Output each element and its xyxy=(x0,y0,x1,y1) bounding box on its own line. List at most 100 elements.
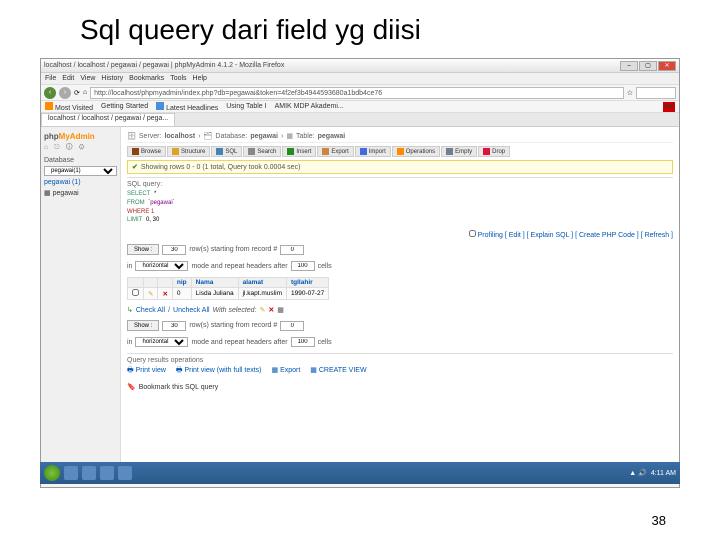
sidebar-table-item[interactable]: ▦ pegawai xyxy=(44,189,117,197)
query-results-ops: 🖶 Print view 🖶 Print view (with full tex… xyxy=(127,366,673,377)
tab-browse[interactable]: Browse xyxy=(127,146,166,157)
taskbar-app-2[interactable] xyxy=(82,466,96,480)
th-alamat[interactable]: alamat xyxy=(238,278,286,288)
edit-icon[interactable]: ✎ xyxy=(148,291,153,298)
table-icon: ▦ xyxy=(286,132,293,140)
tab-structure[interactable]: Structure xyxy=(167,146,210,157)
show-button[interactable]: Show : xyxy=(127,244,159,255)
tab-export[interactable]: Export xyxy=(317,146,353,157)
start-input[interactable] xyxy=(280,245,304,255)
nav-toolbar: ‹ › ⟳ ⌂ http://localhost/phpmyadmin/inde… xyxy=(41,85,679,101)
cells-input[interactable] xyxy=(291,261,315,271)
check-all-row: ↳ Check All / Uncheck All With selected:… xyxy=(127,303,673,317)
menu-history[interactable]: History xyxy=(101,75,123,82)
refresh-link[interactable]: [ Refresh ] xyxy=(641,232,673,239)
url-input[interactable]: http://localhost/phpmyadmin/index.php?db… xyxy=(90,87,624,99)
create-view-link[interactable]: ▦ CREATE VIEW xyxy=(310,366,366,377)
sidebar-db-link[interactable]: pegawai (1) xyxy=(44,179,117,186)
mode-select[interactable]: horizontal xyxy=(135,261,188,271)
rows-input-2[interactable] xyxy=(162,321,186,331)
selected-delete-icon[interactable]: ✕ xyxy=(268,306,274,314)
print-view-link[interactable]: 🖶 Print view xyxy=(127,366,166,377)
bm-amik[interactable]: AMIK MDP Akademi... xyxy=(275,103,344,110)
tab-drop[interactable]: Drop xyxy=(478,146,510,157)
explain-link[interactable]: [ Explain SQL ] xyxy=(527,232,573,239)
th-nama[interactable]: Nama xyxy=(191,278,238,288)
tab-operations[interactable]: Operations xyxy=(392,146,440,157)
bm-latest[interactable]: Latest Headlines xyxy=(156,102,218,112)
query-results-title: Query results operations xyxy=(127,353,673,364)
window-title: localhost / localhost / pegawai / pegawa… xyxy=(44,62,620,69)
menu-file[interactable]: File xyxy=(45,75,56,82)
cell-nip: 0 xyxy=(172,288,191,300)
browser-window: localhost / localhost / pegawai / pegawa… xyxy=(40,58,680,488)
tab-empty[interactable]: Empty xyxy=(441,146,477,157)
page-content: phpMyAdmin ⌂ ⎋ 🛈 ⚙ Database pegawai(1) p… xyxy=(41,127,679,467)
th-tgllahir[interactable]: tgllahir xyxy=(286,278,328,288)
back-button[interactable]: ‹ xyxy=(44,87,56,99)
menu-edit[interactable]: Edit xyxy=(62,75,74,82)
php-link[interactable]: [ Create PHP Code ] xyxy=(575,232,639,239)
menubar: File Edit View History Bookmarks Tools H… xyxy=(41,73,679,85)
breadcrumb: 🗄Server: localhost › 🗂Database: pegawai … xyxy=(127,130,673,143)
drop-icon xyxy=(483,148,490,155)
database-select[interactable]: pegawai(1) xyxy=(44,166,117,176)
tab-insert[interactable]: Insert xyxy=(282,146,316,157)
sidebar-icons[interactable]: ⌂ ⎋ 🛈 ⚙ xyxy=(44,143,117,154)
home-icon[interactable]: ⌂ xyxy=(83,89,87,96)
uncheck-all-link[interactable]: Uncheck All xyxy=(173,307,210,314)
delete-icon[interactable]: ✕ xyxy=(162,291,167,298)
menu-tools[interactable]: Tools xyxy=(170,75,186,82)
row-checkbox[interactable] xyxy=(132,289,139,296)
favorite-icon[interactable]: ☆ xyxy=(627,89,633,97)
maximize-button[interactable]: ▢ xyxy=(639,61,657,71)
bm-using-table[interactable]: Using Table I xyxy=(226,103,266,110)
tab-import[interactable]: Import xyxy=(355,146,391,157)
taskbar-app-3[interactable] xyxy=(100,466,114,480)
browser-tab[interactable]: localhost / localhost / pegawai / pega..… xyxy=(41,113,175,126)
export-icon xyxy=(322,148,329,155)
show-button-2[interactable]: Show : xyxy=(127,320,159,331)
titlebar: localhost / localhost / pegawai / pegawa… xyxy=(41,59,679,73)
menu-bookmarks[interactable]: Bookmarks xyxy=(129,75,164,82)
start-input-2[interactable] xyxy=(280,321,304,331)
tab-search[interactable]: Search xyxy=(243,146,281,157)
menu-view[interactable]: View xyxy=(80,75,95,82)
taskbar-app-1[interactable] xyxy=(64,466,78,480)
system-tray[interactable]: ▲ 🔊 4:11 AM xyxy=(629,469,676,477)
mode-select-2[interactable]: horizontal xyxy=(135,337,188,347)
taskbar: ▲ 🔊 4:11 AM xyxy=(40,462,680,484)
sql-title: SQL query: xyxy=(127,181,673,188)
result-message: ✔ Showing rows 0 - 0 (1 total, Query too… xyxy=(127,160,673,174)
export-link[interactable]: ▦ Export xyxy=(272,366,301,377)
selected-export-icon[interactable]: ▦ xyxy=(277,306,284,314)
forward-button[interactable]: › xyxy=(59,87,71,99)
database-icon: 🗂 xyxy=(204,132,213,140)
close-button[interactable]: ✕ xyxy=(658,61,676,71)
print-full-link[interactable]: 🖶 Print view (with full texts) xyxy=(176,366,262,377)
slide-number: 38 xyxy=(652,513,666,528)
show-controls-4: in horizontal mode and repeat headers af… xyxy=(127,334,673,350)
rss-icon xyxy=(156,102,164,110)
abp-icon[interactable]: ABP xyxy=(663,102,675,112)
empty-icon xyxy=(446,148,453,155)
th-nip[interactable]: nip xyxy=(172,278,191,288)
edit-link[interactable]: [ Edit ] xyxy=(505,232,525,239)
bm-getting-started[interactable]: Getting Started xyxy=(101,103,148,110)
search-box[interactable] xyxy=(636,87,676,99)
start-button[interactable] xyxy=(44,465,60,481)
taskbar-app-4[interactable] xyxy=(118,466,132,480)
minimize-button[interactable]: – xyxy=(620,61,638,71)
rows-input[interactable] xyxy=(162,245,186,255)
cell-tgllahir: 1990-07-27 xyxy=(286,288,328,300)
reload-icon[interactable]: ⟳ xyxy=(74,89,80,97)
selected-edit-icon[interactable]: ✎ xyxy=(260,306,266,314)
insert-icon xyxy=(287,148,294,155)
bookmark-label: Bookmark this SQL query xyxy=(139,384,219,391)
profiling-checkbox[interactable] xyxy=(469,230,476,237)
menu-help[interactable]: Help xyxy=(193,75,207,82)
check-all-link[interactable]: Check All xyxy=(136,307,165,314)
tab-sql[interactable]: SQL xyxy=(211,146,242,157)
cells-input-2[interactable] xyxy=(291,337,315,347)
bm-most-visited[interactable]: Most Visited xyxy=(45,102,93,112)
